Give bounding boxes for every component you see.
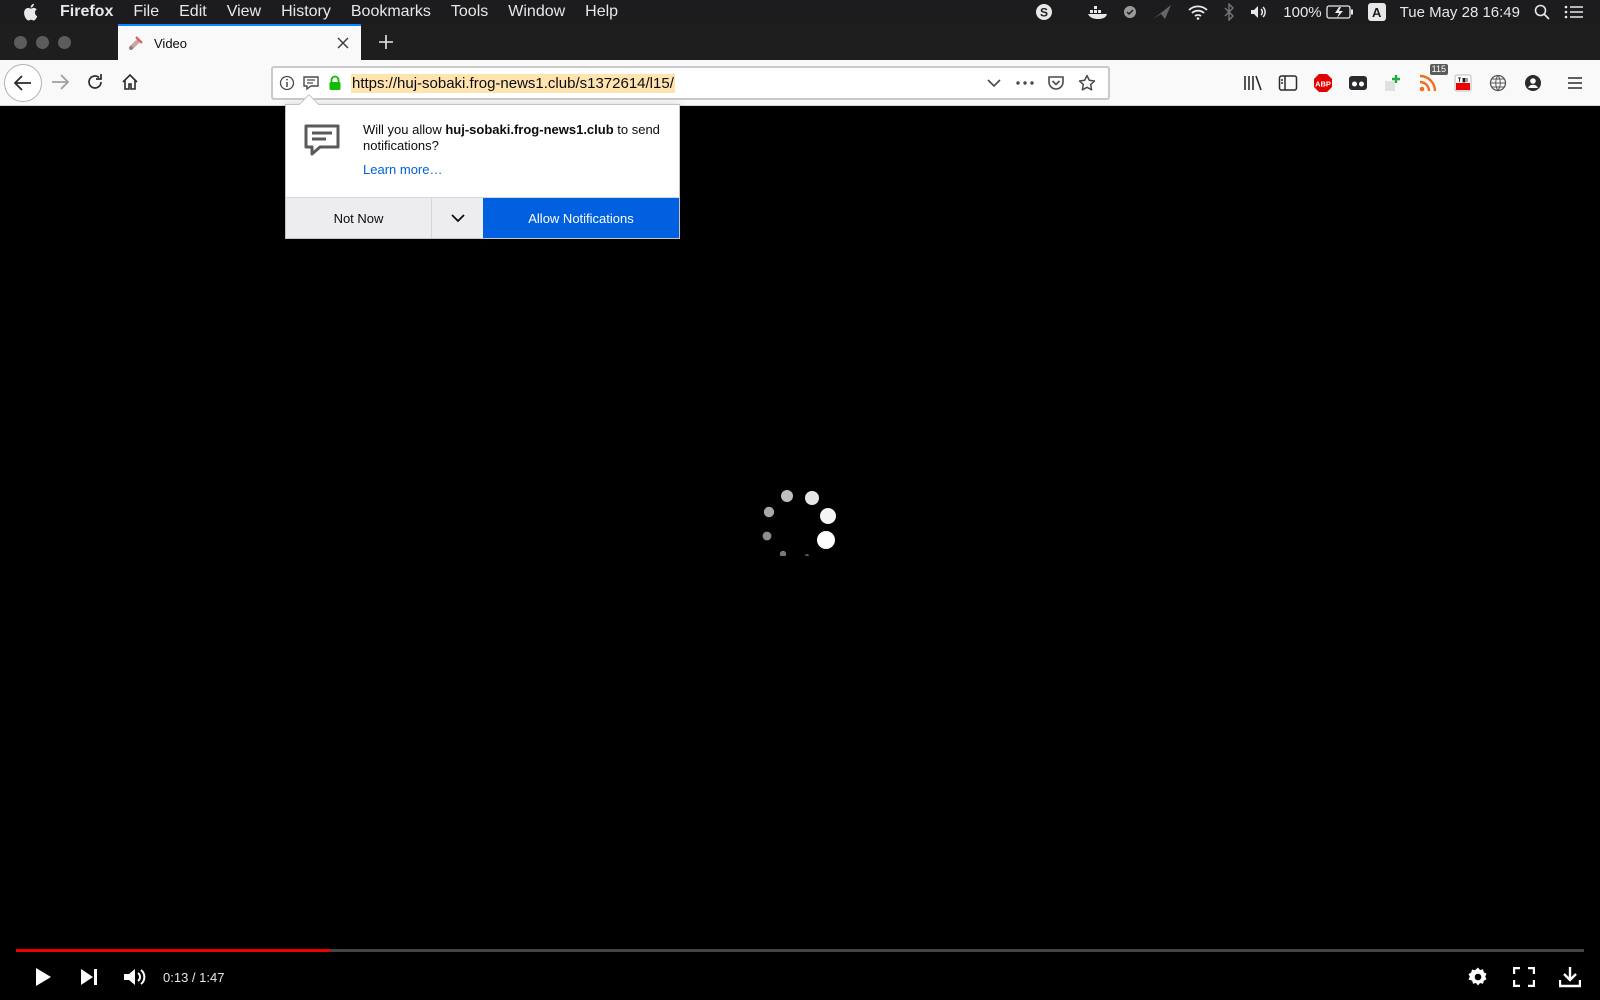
pocket-icon[interactable] [1046, 73, 1066, 93]
chevron-down-icon [450, 214, 465, 223]
permission-buttons: Not Now Allow Notifications [286, 197, 679, 238]
window-zoom-button[interactable] [58, 36, 71, 49]
clock[interactable]: Tue May 28 16:49 [1400, 4, 1520, 21]
status-check-icon[interactable] [1123, 5, 1137, 19]
menu-view[interactable]: View [217, 0, 271, 24]
permission-message-prefix: Will you allow [363, 122, 446, 137]
navigation-toolbar: https://huj-sobaki.frog-news1.club/s1372… [0, 60, 1600, 106]
notification-center-icon[interactable] [1564, 4, 1584, 20]
next-video-button[interactable] [75, 963, 103, 991]
youtube-extension-icon[interactable] [1452, 72, 1474, 94]
macos-menu-bar: Firefox File Edit View History Bookmarks… [0, 0, 1600, 24]
volume-button[interactable] [121, 963, 149, 991]
containers-icon[interactable] [1347, 72, 1369, 94]
apple-logo-icon[interactable] [20, 2, 40, 22]
home-button[interactable] [112, 64, 148, 100]
volume-icon[interactable] [1249, 4, 1269, 20]
extension-plus-icon[interactable] [1382, 72, 1404, 94]
controls-right [1446, 963, 1600, 991]
battery-percent: 100% [1283, 3, 1322, 21]
permission-site-name: huj-sobaki.frog-news1.club [445, 122, 614, 137]
skype-icon[interactable]: S [1035, 3, 1053, 21]
library-icon[interactable] [1242, 72, 1264, 94]
tab-strip: Video [0, 24, 1600, 60]
site-info-icon[interactable] [277, 73, 297, 93]
menu-app-firefox[interactable]: Firefox [60, 0, 123, 24]
url-dropdown-icon[interactable] [984, 73, 1004, 93]
send-arrow-icon[interactable] [1151, 3, 1173, 21]
bluetooth-icon[interactable] [1223, 3, 1235, 21]
secure-lock-icon[interactable] [325, 73, 345, 93]
bookmark-star-icon[interactable] [1077, 73, 1097, 93]
tab-close-icon[interactable] [335, 35, 351, 51]
sidebar-toggle-icon[interactable] [1277, 72, 1299, 94]
firefox-account-icon[interactable] [1522, 72, 1544, 94]
video-progress-bar[interactable] [16, 949, 1584, 952]
not-now-dropdown-button[interactable] [432, 198, 483, 238]
url-bar[interactable]: https://huj-sobaki.frog-news1.club/s1372… [271, 66, 1110, 100]
learn-more-link[interactable]: Learn more… [363, 162, 442, 177]
permission-message: Will you allow huj-sobaki.frog-news1.clu… [363, 122, 663, 154]
svg-text:S: S [1040, 6, 1048, 20]
tab-favicon-icon [127, 34, 145, 52]
menu-tools[interactable]: Tools [441, 0, 498, 24]
back-button[interactable] [4, 64, 42, 102]
page-actions-menu-icon[interactable] [1015, 73, 1035, 93]
fullscreen-icon[interactable] [1510, 963, 1538, 991]
notification-speech-bubble-icon [303, 123, 341, 159]
menu-window[interactable]: Window [498, 0, 575, 24]
video-time-display: 0:13 / 1:47 [163, 969, 225, 985]
loading-spinner-icon [756, 486, 842, 558]
menu-history[interactable]: History [271, 0, 341, 24]
menu-file[interactable]: File [123, 0, 169, 24]
window-minimize-button[interactable] [36, 36, 49, 49]
video-controls: 0:13 / 1:47 [0, 962, 1600, 992]
hamburger-menu-icon[interactable] [1564, 72, 1586, 94]
settings-gear-icon[interactable] [1464, 963, 1492, 991]
rss-feed-icon[interactable]: 115 [1417, 64, 1448, 94]
forward-button[interactable] [42, 64, 78, 100]
spotlight-search-icon[interactable] [1534, 4, 1550, 20]
window-close-button[interactable] [14, 36, 27, 49]
notification-permission-popup: Will you allow huj-sobaki.frog-news1.clu… [285, 94, 680, 239]
tab-title: Video [154, 35, 188, 51]
menu-help[interactable]: Help [575, 0, 628, 24]
menu-bookmarks[interactable]: Bookmarks [341, 0, 441, 24]
video-progress-fill [16, 949, 330, 952]
rss-unread-badge: 115 [1429, 64, 1448, 75]
url-text[interactable]: https://huj-sobaki.frog-news1.club/s1372… [351, 73, 675, 93]
tab-video[interactable]: Video [118, 24, 361, 60]
reload-button[interactable] [77, 64, 113, 100]
translate-globe-icon[interactable] [1487, 72, 1509, 94]
download-icon[interactable] [1556, 963, 1584, 991]
notification-permission-icon[interactable] [301, 73, 321, 93]
toolbar-right: ABP 115 [1229, 60, 1600, 106]
new-tab-button[interactable] [374, 30, 398, 54]
play-button[interactable] [29, 963, 57, 991]
menu-edit[interactable]: Edit [169, 0, 217, 24]
docker-icon[interactable] [1087, 4, 1109, 20]
input-source-indicator[interactable]: A [1367, 3, 1386, 21]
wifi-icon[interactable] [1187, 4, 1209, 20]
adblock-plus-icon[interactable]: ABP [1312, 72, 1334, 94]
adblock-plus-label: ABP [1315, 80, 1331, 89]
allow-notifications-button[interactable]: Allow Notifications [483, 198, 679, 238]
battery-icon[interactable] [1325, 5, 1354, 19]
not-now-button[interactable]: Not Now [286, 198, 432, 238]
